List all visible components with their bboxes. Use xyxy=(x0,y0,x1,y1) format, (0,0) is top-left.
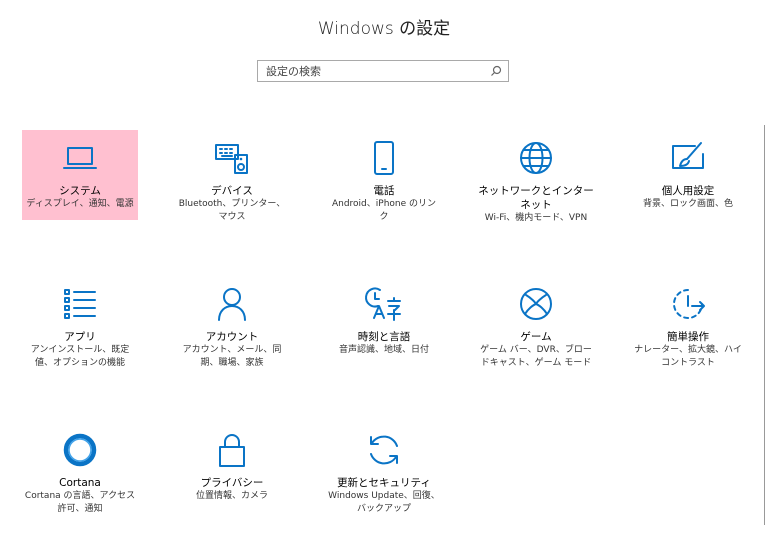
tile-devices[interactable]: デバイス Bluetooth、プリンター、マウス xyxy=(174,130,290,222)
tile-label: プライバシー xyxy=(200,477,264,489)
tile-label: 電話 xyxy=(373,185,395,197)
keyboard-speaker-icon xyxy=(215,144,248,174)
tile-label: アカウント xyxy=(205,331,259,343)
tile-label: システム xyxy=(59,185,101,197)
settings-window: Windows の設定 システム ディスプレイ、通知、電源 デバイス Bluet… xyxy=(0,0,768,539)
person-icon xyxy=(218,288,246,321)
search-box[interactable] xyxy=(257,60,509,82)
scrollbar[interactable] xyxy=(764,125,765,525)
globe-icon xyxy=(520,142,552,174)
tile-description: ゲーム バー、DVR、ブロードキャスト、ゲーム モード xyxy=(480,345,592,368)
tile-label: アプリ xyxy=(64,331,96,343)
search-input[interactable] xyxy=(258,61,478,81)
app-list-icon xyxy=(64,289,96,319)
tile-label: ネットワークとインターネット xyxy=(478,185,594,211)
paintbrush-icon xyxy=(672,142,704,169)
xbox-icon xyxy=(520,288,552,320)
tile-description: 背景、ロック画面、色 xyxy=(642,199,733,209)
phone-icon xyxy=(374,141,394,175)
tile-description: ナレーター、拡大鏡、ハイコントラスト xyxy=(634,345,742,368)
tile-cortana[interactable]: Cortana Cortana の言語、アクセス許可、通知 xyxy=(22,422,138,514)
tile-update-security[interactable]: 更新とセキュリティ Windows Update、回復、バックアップ xyxy=(326,422,442,514)
cortana-circle-icon xyxy=(63,433,97,467)
tile-description: ディスプレイ、通知、電源 xyxy=(26,199,134,209)
tile-description: Android、iPhone のリンク xyxy=(331,199,437,222)
tile-network[interactable]: ネットワークとインターネット Wi-Fi、機内モード、VPN xyxy=(478,130,594,223)
tile-label: 個人用設定 xyxy=(661,185,715,197)
tile-apps[interactable]: アプリ アンインストール、既定値、オプションの機能 xyxy=(22,276,138,368)
tile-accounts[interactable]: アカウント アカウント、メール、同期、職場、家族 xyxy=(174,276,290,368)
tile-description: Bluetooth、プリンター、マウス xyxy=(178,199,286,222)
ease-of-access-icon xyxy=(673,289,705,319)
tile-description: 位置情報、カメラ xyxy=(195,491,268,501)
tile-description: アンインストール、既定値、オプションの機能 xyxy=(30,345,130,368)
tile-description: Wi-Fi、機内モード、VPN xyxy=(484,213,588,223)
sync-arrows-icon xyxy=(370,435,398,465)
tile-time-language[interactable]: 時刻と言語 音声認識、地域、日付 xyxy=(326,276,442,366)
search-icon[interactable] xyxy=(490,65,502,77)
tile-description: アカウント、メール、同期、職場、家族 xyxy=(182,345,282,368)
tile-label: 簡単操作 xyxy=(667,331,709,343)
laptop-icon xyxy=(63,147,97,169)
tile-description: Cortana の言語、アクセス許可、通知 xyxy=(24,491,136,514)
tile-label: 更新とセキュリティ xyxy=(337,477,431,489)
tile-label: Cortana xyxy=(59,477,101,489)
tile-description: 音声認識、地域、日付 xyxy=(338,345,429,355)
tile-label: 時刻と言語 xyxy=(357,331,411,343)
tile-privacy[interactable]: プライバシー 位置情報、カメラ xyxy=(174,422,290,512)
tile-gaming[interactable]: ゲーム ゲーム バー、DVR、ブロードキャスト、ゲーム モード xyxy=(478,276,594,368)
tile-personalization[interactable]: 個人用設定 背景、ロック画面、色 xyxy=(630,130,746,220)
tile-description: Windows Update、回復、バックアップ xyxy=(328,491,440,514)
tile-phone[interactable]: 電話 Android、iPhone のリンク xyxy=(326,130,442,222)
clock-language-icon xyxy=(365,287,401,321)
page-title: Windows の設定 xyxy=(317,19,451,39)
tile-ease-of-access[interactable]: 簡単操作 ナレーター、拡大鏡、ハイコントラスト xyxy=(630,276,746,368)
tile-system[interactable]: システム ディスプレイ、通知、電源 xyxy=(22,130,138,220)
tile-label: デバイス xyxy=(211,185,253,197)
lock-icon xyxy=(219,434,245,467)
tile-label: ゲーム xyxy=(520,331,552,343)
